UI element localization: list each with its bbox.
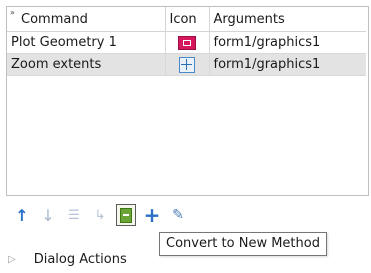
column-header-icon-label: Icon: [169, 11, 197, 27]
command-cell[interactable]: Zoom extents: [7, 53, 166, 76]
delete-list-icon[interactable]: ☰: [64, 204, 84, 226]
move-down-icon[interactable]: ↓: [38, 204, 58, 226]
edit-icon[interactable]: ✎: [168, 204, 188, 226]
table-row[interactable]: Plot Geometry 1 form1/graphics1: [7, 31, 366, 54]
plot-geometry-icon: [178, 35, 196, 50]
dialog-actions-section[interactable]: ▷ Dialog Actions: [8, 246, 127, 272]
convert-to-new-method-icon[interactable]: [116, 204, 136, 226]
section-label: Dialog Actions: [33, 251, 127, 267]
tooltip: Convert to New Method: [159, 232, 327, 256]
chevron-right-icon[interactable]: ▷: [8, 254, 16, 265]
command-toolbar: ↑ ↓ ☰ ↳ + ✎: [12, 203, 188, 227]
zoom-extents-icon: [179, 56, 195, 73]
move-up-icon[interactable]: ↑: [12, 204, 32, 226]
column-header-command-label: Command: [21, 11, 88, 27]
column-header-arguments-label: Arguments: [213, 11, 285, 27]
column-header-arguments[interactable]: Arguments: [209, 7, 366, 32]
add-icon[interactable]: +: [142, 203, 162, 227]
icon-cell[interactable]: [165, 31, 210, 54]
insert-icon[interactable]: ↳: [90, 204, 110, 226]
icon-cell[interactable]: [165, 53, 210, 76]
command-table: » Command Icon Arguments Plot Geometry 1…: [7, 7, 366, 76]
command-table-panel: » Command Icon Arguments Plot Geometry 1…: [6, 6, 369, 196]
sort-arrows-icon[interactable]: »: [10, 8, 15, 17]
arguments-cell[interactable]: form1/graphics1: [209, 31, 366, 54]
command-cell[interactable]: Plot Geometry 1: [7, 31, 166, 54]
column-header-command[interactable]: » Command: [7, 7, 166, 32]
table-row[interactable]: Zoom extents form1/graphics1: [7, 53, 366, 76]
arguments-cell[interactable]: form1/graphics1: [209, 53, 366, 76]
column-header-icon[interactable]: Icon: [165, 7, 210, 32]
table-header-row: » Command Icon Arguments: [7, 7, 366, 32]
